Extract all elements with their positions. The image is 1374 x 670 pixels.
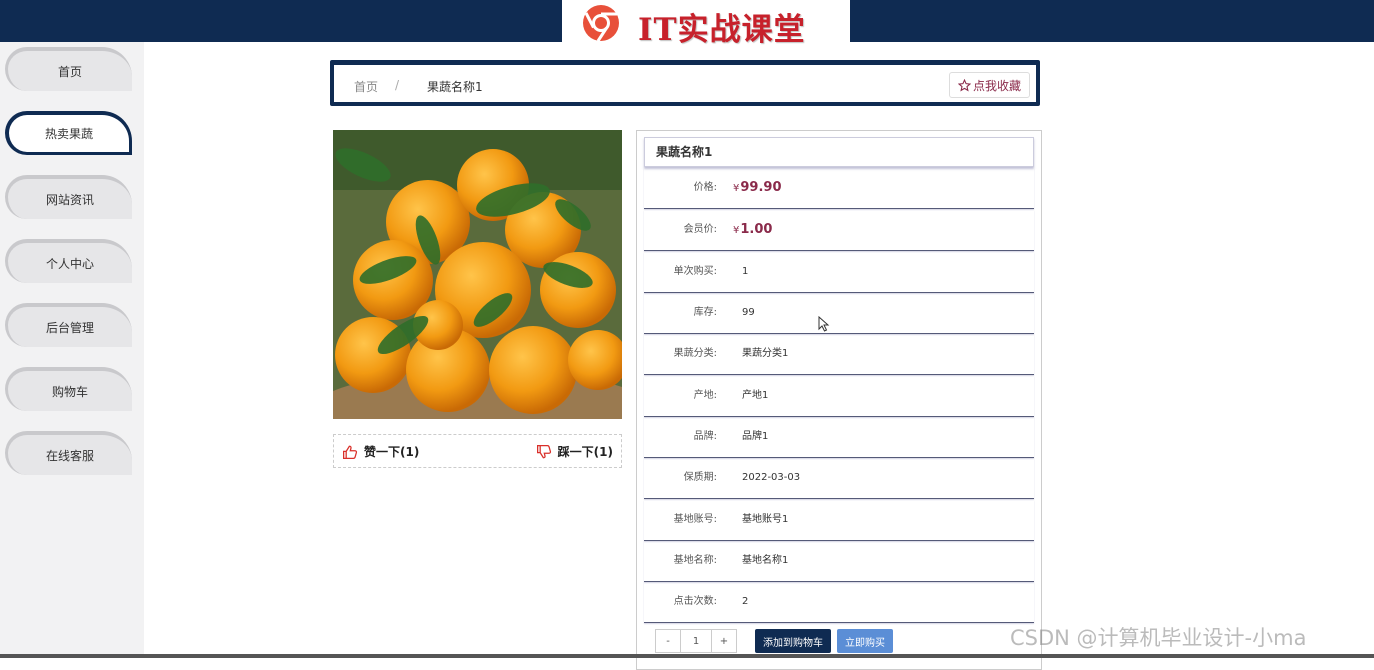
detail-row: 产地: 产地1 [644, 376, 1034, 417]
dislike-label: 踩一下(1) [557, 445, 613, 459]
sidebar-item-label: 在线客服 [45, 448, 94, 463]
member-price-row: 会员价: ¥1.00 [644, 210, 1034, 251]
favorite-button[interactable]: 点我收藏 [948, 72, 1030, 98]
product-title: 果蔬名称1 [644, 137, 1034, 167]
product-image[interactable] [333, 130, 622, 419]
sidebar-item-news[interactable]: 网站资讯 [5, 175, 132, 219]
like-button[interactable]: 赞一下(1) [342, 443, 419, 460]
sidebar-item-home[interactable]: 首页 [5, 47, 132, 91]
member-price-value: ¥1.00 [733, 222, 773, 237]
detail-row-label: 品牌: [693, 431, 717, 442]
breadcrumb-separator: / [395, 78, 400, 92]
breadcrumb-home-link[interactable]: 首页 [354, 78, 378, 95]
sidebar-item-label: 购物车 [51, 384, 88, 399]
watermark: CSDN @计算机毕业设计-小ma [1010, 626, 1307, 650]
price-value: ¥99.90 [733, 180, 782, 195]
sidebar-item-hot-produce[interactable]: 热卖果蔬 [5, 111, 132, 155]
sidebar-item-label: 个人中心 [45, 256, 94, 271]
sidebar-item-support[interactable]: 在线客服 [5, 431, 132, 475]
bottom-border [0, 654, 1374, 658]
vote-bar: 赞一下(1) 踩一下(1) [333, 434, 622, 468]
buy-now-button[interactable]: 立即购买 [837, 629, 893, 653]
detail-row-label: 产地: [693, 390, 717, 401]
star-outline-icon [957, 78, 971, 91]
detail-row-value: 果蔬分类1 [742, 348, 789, 359]
sidebar: 首页 热卖果蔬 网站资讯 个人中心 后台管理 购物车 在线客服 [0, 42, 144, 658]
detail-row-value: 99 [742, 307, 755, 318]
detail-row-value: 品牌1 [742, 431, 769, 442]
detail-row-value: 基地名称1 [742, 555, 789, 566]
detail-row-value: 1 [742, 266, 749, 277]
detail-row: 点击次数: 2 [644, 582, 1034, 623]
price-row: 价格: ¥99.90 [644, 168, 1034, 209]
breadcrumb-current: 果蔬名称1 [427, 80, 483, 94]
sidebar-item-cart[interactable]: 购物车 [5, 367, 132, 411]
detail-row-value: 2022-03-03 [742, 472, 801, 483]
sidebar-item-label: 首页 [57, 64, 82, 79]
thumbs-down-icon [536, 444, 551, 458]
quantity-increase-button[interactable]: + [712, 630, 736, 652]
sidebar-item-profile[interactable]: 个人中心 [5, 239, 132, 283]
detail-row-label: 保质期: [683, 472, 717, 483]
detail-row: 库存: 99 [644, 293, 1034, 334]
sidebar-item-label: 网站资讯 [45, 192, 94, 207]
dislike-button[interactable]: 踩一下(1) [536, 443, 613, 460]
detail-row-label: 单次购买: [673, 266, 717, 277]
mouse-cursor-icon [818, 316, 830, 332]
site-logo[interactable]: IT实战课堂 [562, 0, 850, 48]
detail-row-label: 库存: [693, 307, 717, 318]
like-label: 赞一下(1) [364, 445, 420, 459]
chrome-like-logo-icon [583, 5, 619, 42]
detail-row-label: 基地账号: [673, 514, 717, 525]
quantity-stepper: - 1 + [655, 629, 737, 653]
add-to-cart-button[interactable]: 添加到购物车 [755, 629, 831, 653]
detail-row: 基地名称: 基地名称1 [644, 541, 1034, 582]
detail-row: 保质期: 2022-03-03 [644, 458, 1034, 499]
product-detail-panel: 果蔬名称1 价格: ¥99.90 会员价: ¥1.00 单次购买: 1 库存: … [636, 130, 1042, 670]
favorite-button-label: 点我收藏 [972, 78, 1021, 93]
sidebar-item-label: 后台管理 [45, 320, 94, 335]
detail-row-label: 果蔬分类: [673, 348, 717, 359]
breadcrumb: 首页 / 果蔬名称1 点我收藏 [330, 60, 1040, 106]
member-price-label: 会员价: [683, 224, 717, 235]
sidebar-item-label: 热卖果蔬 [44, 127, 93, 141]
thumbs-up-icon [343, 445, 358, 459]
detail-row: 基地账号: 基地账号1 [644, 500, 1034, 541]
sidebar-item-admin[interactable]: 后台管理 [5, 303, 132, 347]
quantity-input[interactable]: 1 [680, 630, 712, 652]
site-logo-text: IT实战课堂 [638, 12, 806, 48]
detail-row-value: 基地账号1 [742, 514, 789, 525]
detail-row-label: 点击次数: [673, 596, 717, 607]
quantity-decrease-button[interactable]: - [656, 630, 680, 652]
detail-row: 果蔬分类: 果蔬分类1 [644, 334, 1034, 375]
detail-row-value: 2 [742, 596, 749, 607]
detail-row: 品牌: 品牌1 [644, 417, 1034, 458]
price-label: 价格: [693, 182, 717, 193]
detail-row-label: 基地名称: [673, 555, 717, 566]
detail-row: 单次购买: 1 [644, 252, 1034, 293]
detail-row-value: 产地1 [742, 390, 769, 401]
